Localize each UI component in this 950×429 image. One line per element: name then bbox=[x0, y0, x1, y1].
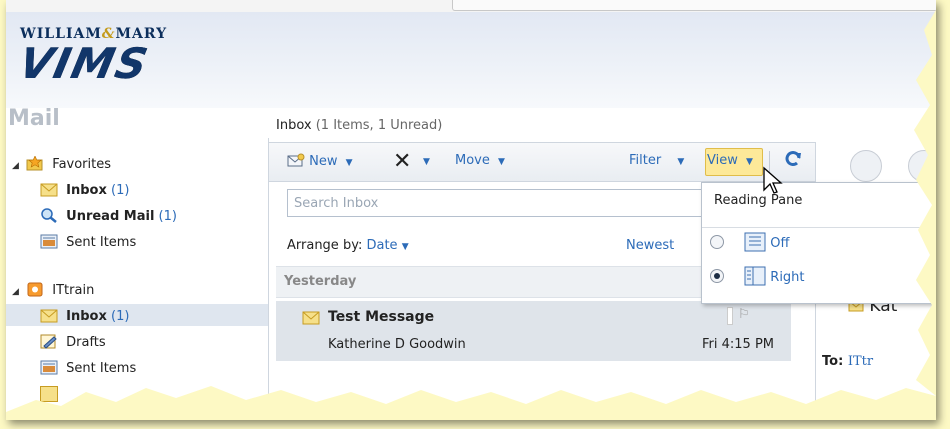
screenshot-frame: WILLIAM&MARY VIMS Mail ◢ Favorites Inbox… bbox=[0, 0, 950, 429]
torn-paper-edge bbox=[6, 10, 936, 420]
outlook-web-app: WILLIAM&MARY VIMS Mail ◢ Favorites Inbox… bbox=[6, 0, 936, 420]
